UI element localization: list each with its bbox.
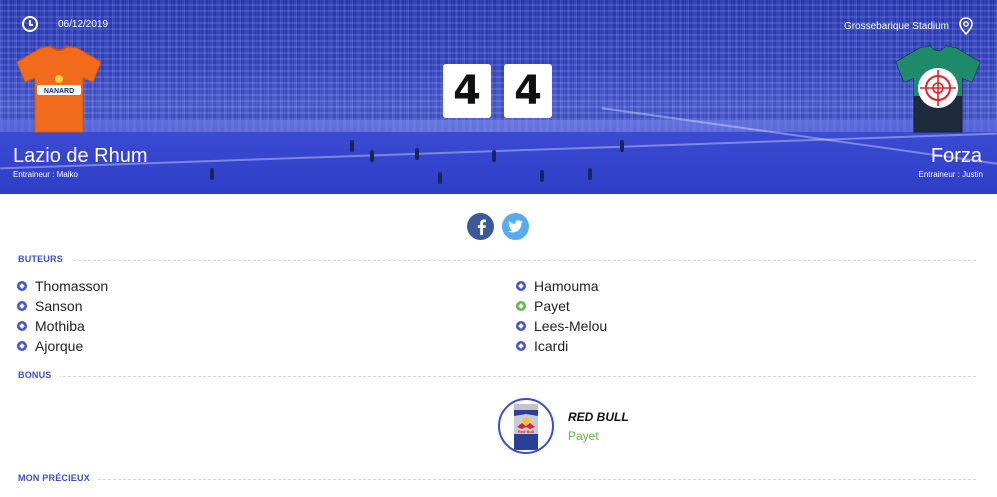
soccer-ball-icon xyxy=(17,281,27,291)
match-date: 06/12/2019 xyxy=(22,16,108,32)
twitter-share-button[interactable] xyxy=(502,213,529,240)
advertising-boards xyxy=(0,120,997,132)
scorer-name: Lees-Melou xyxy=(534,318,608,334)
scorer-item: Thomasson xyxy=(17,277,108,295)
scorer-item: Payet xyxy=(516,297,570,315)
player-figure xyxy=(415,148,419,160)
scorers-section-header: BUTEURS xyxy=(18,254,976,268)
section-title: BONUS xyxy=(18,370,60,380)
scorer-name: Thomasson xyxy=(35,278,109,294)
scorer-name: Sanson xyxy=(35,298,83,314)
scorer-item: Ajorque xyxy=(17,337,83,355)
jersey-sponsor: NANARD xyxy=(44,88,74,95)
scorer-item: Sanson xyxy=(17,297,82,315)
scorer-name: Payet xyxy=(534,298,570,314)
clock-icon xyxy=(22,16,38,32)
scorer-item: Mothiba xyxy=(17,317,85,335)
soccer-ball-icon xyxy=(17,341,27,351)
soccer-ball-icon xyxy=(516,281,526,291)
section-divider xyxy=(18,479,976,480)
can-label: Red Bull xyxy=(518,429,534,434)
away-score: 4 xyxy=(504,64,552,118)
home-team-name: Lazio de Rhum xyxy=(13,145,148,167)
scorer-name: Icardi xyxy=(534,338,569,354)
section-divider xyxy=(18,376,976,377)
twitter-icon xyxy=(508,220,523,233)
bonus-section-header: BONUS xyxy=(18,370,976,384)
location-pin-icon xyxy=(959,17,973,35)
section-divider xyxy=(18,260,976,261)
match-stadium: Grossebarique Stadium xyxy=(844,17,973,35)
player-figure xyxy=(350,140,354,152)
precious-section-header: MON PRÉCIEUX xyxy=(18,473,976,487)
scorer-name: Ajorque xyxy=(35,338,84,354)
away-team-name: Forza xyxy=(930,145,982,167)
player-figure xyxy=(210,168,214,180)
soccer-ball-icon xyxy=(17,321,27,331)
bonus-name: RED BULL xyxy=(568,410,629,424)
scorer-item: Icardi xyxy=(516,337,568,355)
bonus-red-bull-image: Red Bull xyxy=(498,398,554,454)
facebook-icon xyxy=(477,219,486,235)
scorer-item: Hamouma xyxy=(516,277,599,295)
soccer-ball-icon xyxy=(516,341,526,351)
soccer-ball-icon xyxy=(17,301,27,311)
section-title: MON PRÉCIEUX xyxy=(18,473,98,483)
away-team-jersey-icon xyxy=(895,45,981,133)
section-title: BUTEURS xyxy=(18,254,71,264)
player-figure xyxy=(540,170,544,182)
bonus-player: Payet xyxy=(568,429,599,443)
player-figure xyxy=(492,150,496,162)
facebook-share-button[interactable] xyxy=(467,213,494,240)
red-bull-can-icon: Red Bull xyxy=(514,404,538,450)
player-figure xyxy=(620,140,624,152)
match-header: 06/12/2019 Grossebarique Stadium NANARD … xyxy=(0,0,997,194)
home-team-coach: Entraineur : Malko xyxy=(13,170,78,179)
scorer-name: Mothiba xyxy=(35,318,85,334)
soccer-ball-icon xyxy=(516,301,526,311)
home-team-jersey-icon: NANARD xyxy=(16,45,102,133)
match-date-text: 06/12/2019 xyxy=(58,18,109,30)
scorer-name: Hamouma xyxy=(534,278,599,294)
player-figure xyxy=(588,168,592,180)
stadium-name: Grossebarique Stadium xyxy=(843,20,949,32)
home-score: 4 xyxy=(443,64,491,118)
away-team-coach: Entraineur : Justin xyxy=(918,170,983,179)
scorer-item: Lees-Melou xyxy=(516,317,607,335)
soccer-ball-icon xyxy=(516,321,526,331)
player-figure xyxy=(438,172,442,184)
player-figure xyxy=(370,150,374,162)
